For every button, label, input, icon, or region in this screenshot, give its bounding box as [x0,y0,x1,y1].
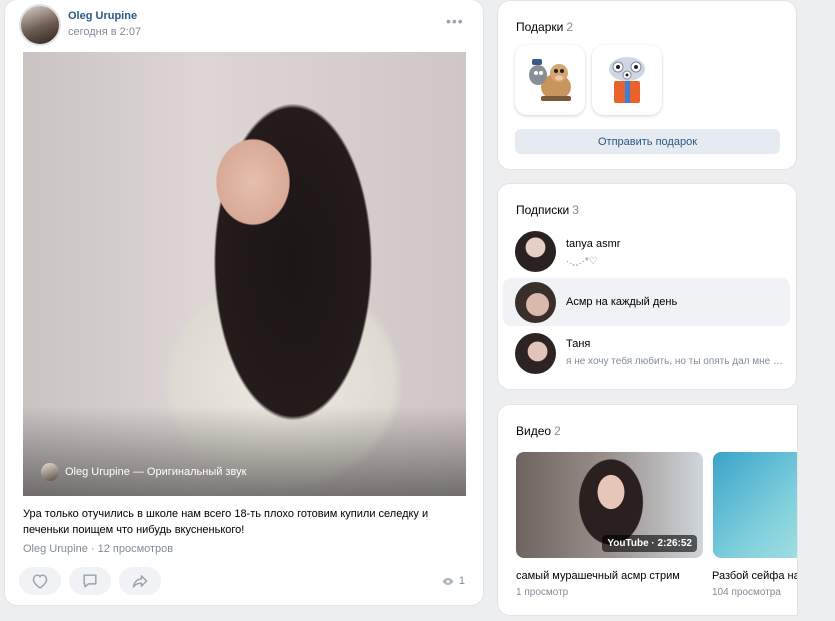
videos-block: Видео 2 YouTube · 2:26:52 самый мурашечны… [498,405,797,615]
views-counter: 1 [442,575,465,587]
gift-item[interactable] [592,45,662,115]
video-views: 1 просмотр [516,587,569,598]
subscriptions-block: Подписки 3 tanya asmr ·.¸¸.·*♡ Асмр на ка… [498,184,796,389]
like-button[interactable] [19,567,61,595]
videos-count: 2 [554,424,561,438]
comment-icon [83,574,97,588]
heart-icon [32,574,48,589]
videos-title[interactable]: Видео 2 [516,424,561,438]
subscription-name: Асмр на каждый день [566,296,678,308]
gifts-block: Подарки 2 Отправить подарок [498,1,796,169]
video-title[interactable]: самый мурашечный асмр стрим [516,570,680,582]
gifts-count: 2 [566,20,574,34]
subscription-item[interactable]: tanya asmr ·.¸¸.·*♡ [503,227,790,275]
subscriptions-count: 3 [572,203,579,217]
video-clip[interactable] [23,52,466,496]
post-text: Ура только отучились в школе нам всего 1… [23,508,429,536]
send-gift-button[interactable]: Отправить подарок [515,129,780,154]
subscription-item[interactable]: Таня я не хочу тебя любить, но ты опять … [503,329,790,377]
video-title[interactable]: Разбой сейфа на [712,570,797,582]
subscription-avatar [515,231,556,272]
subscription-avatar [515,333,556,374]
subscription-desc: я не хочу тебя любить, но ты опять дал м… [566,356,786,367]
more-icon[interactable]: ••• [446,14,464,28]
video-duration-badge: YouTube · 2:26:52 [602,535,697,552]
share-button[interactable] [119,567,161,595]
sound-attribution[interactable]: Oleg Urupine — Оригинальный звук [41,463,246,481]
wall-post: Oleg Urupine сегодня в 2:07 ••• Oleg Uru… [5,0,483,605]
post-meta: Oleg Urupine · 12 просмотров [23,543,174,555]
views-count: 1 [458,575,465,587]
subscription-item[interactable]: Асмр на каждый день [503,278,790,326]
comment-button[interactable] [69,567,111,595]
subscriptions-title[interactable]: Подписки 3 [516,203,579,217]
subscription-name: Таня [566,338,591,350]
gift-item[interactable] [515,45,585,115]
subscription-avatar [515,282,556,323]
robots-giftbox-gift-icon [609,57,645,103]
video-views: 104 просмотра [712,587,781,598]
share-icon [132,575,148,588]
author-avatar[interactable] [19,4,61,46]
post-author[interactable]: Oleg Urupine [68,10,137,22]
sound-label: Oleg Urupine — Оригинальный звук [65,466,247,478]
gifts-title-text: Подарки [516,20,564,34]
cartoon-animals-gift-icon [529,59,571,101]
videos-title-text: Видео [516,424,552,438]
sound-author-avatar [41,463,59,481]
video-thumbnail[interactable]: YouTube · 2:26:52 [516,452,703,558]
post-actions [19,567,161,595]
subscription-name: tanya asmr [566,238,621,250]
eye-icon [442,577,454,585]
gifts-title[interactable]: Подарки 2 [516,20,573,34]
subscription-desc: ·.¸¸.·*♡ [566,256,598,267]
subscriptions-title-text: Подписки [516,203,570,217]
video-thumbnail[interactable] [713,452,797,558]
post-time[interactable]: сегодня в 2:07 [68,26,141,38]
